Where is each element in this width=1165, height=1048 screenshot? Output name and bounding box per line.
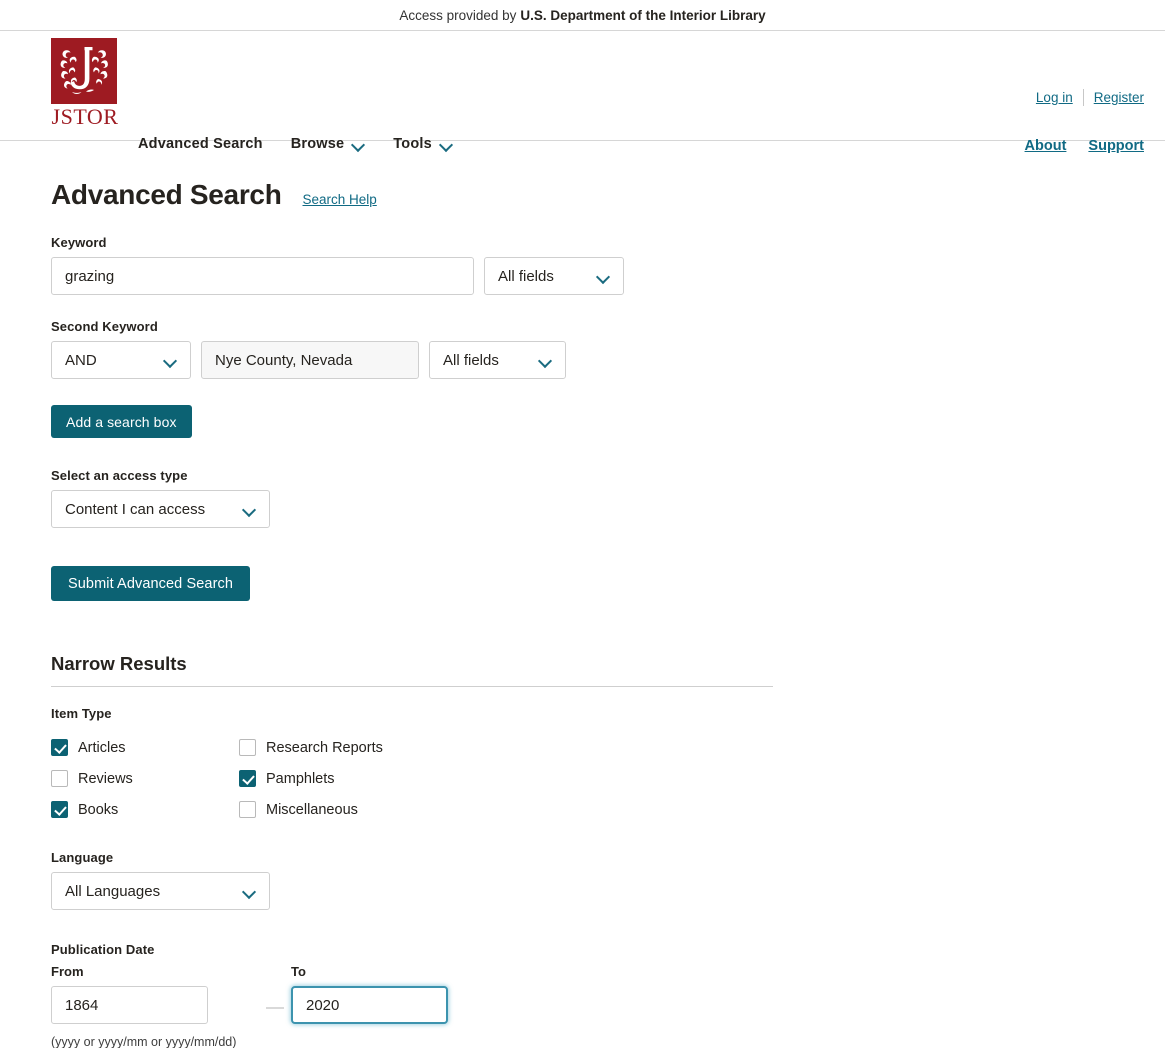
jstor-logo[interactable]: JSTOR: [51, 38, 119, 129]
checkbox-books[interactable]: Books: [51, 801, 239, 818]
keyword-input[interactable]: [51, 257, 474, 295]
jstor-logo-icon: [51, 38, 117, 104]
chevron-down-icon: [440, 138, 453, 151]
checkbox-reviews-label: Reviews: [78, 770, 133, 787]
checkbox-icon: [239, 770, 256, 787]
add-search-box-row: Add a search box: [51, 405, 1165, 438]
publication-date-row: From To: [51, 964, 1165, 1024]
search-help-link[interactable]: Search Help: [303, 192, 377, 207]
second-keyword-field-scope-select[interactable]: All fields: [429, 341, 566, 379]
access-bar-institution: U.S. Department of the Interior Library: [520, 7, 766, 23]
publication-date-from-label: From: [51, 964, 84, 979]
keyword-row: All fields: [51, 257, 1165, 295]
nav-browse-label: Browse: [290, 136, 345, 152]
chevron-down-icon: [352, 138, 365, 151]
page-title-row: Advanced Search Search Help: [51, 179, 1165, 211]
publication-date-hint: (yyyy or yyyy/mm or yyyy/mm/dd): [51, 1035, 237, 1048]
language-group: Language All Languages: [51, 850, 1165, 910]
checkbox-articles[interactable]: Articles: [51, 739, 239, 756]
publication-date-label: Publication Date: [51, 942, 155, 957]
checkbox-icon: [239, 801, 256, 818]
publication-date-group: Publication Date From To (yyyy or yyyy/m…: [51, 942, 1165, 1048]
nav-advanced-search[interactable]: Advanced Search: [138, 136, 263, 152]
checkbox-miscellaneous[interactable]: Miscellaneous: [239, 801, 1165, 818]
publication-date-from-col: From: [51, 964, 259, 1024]
item-type-checkbox-grid: Articles Research Reports Reviews Pamphl…: [51, 739, 1165, 818]
chevron-down-icon: [597, 270, 610, 283]
add-search-box-button[interactable]: Add a search box: [51, 405, 192, 438]
checkbox-icon: [239, 739, 256, 756]
account-links: Log in Register: [1036, 89, 1144, 106]
second-keyword-input[interactable]: [201, 341, 419, 379]
utility-links: About Support: [1025, 138, 1144, 154]
nav-tools[interactable]: Tools: [393, 136, 453, 152]
keyword-label: Keyword: [51, 235, 107, 250]
advanced-search-page: Advanced Search Search Help Keyword All …: [0, 179, 1165, 1048]
item-type-group: Item Type Articles Research Reports Revi…: [51, 706, 1165, 818]
publication-date-to-input[interactable]: [291, 986, 448, 1024]
second-keyword-row: AND All fields: [51, 341, 1165, 379]
checkbox-research-reports-label: Research Reports: [266, 739, 383, 756]
publication-date-to-label: To: [291, 964, 306, 979]
checkbox-articles-label: Articles: [78, 739, 126, 756]
checkbox-icon: [51, 770, 68, 787]
date-range-dash: [266, 1007, 284, 1009]
boolean-operator-select[interactable]: AND: [51, 341, 191, 379]
checkbox-pamphlets-label: Pamphlets: [266, 770, 335, 787]
account-links-divider: [1082, 89, 1084, 106]
second-keyword-field-scope-value: All fields: [443, 351, 499, 369]
language-select[interactable]: All Languages: [51, 872, 270, 910]
checkbox-books-label: Books: [78, 801, 119, 818]
keyword-group: Keyword All fields: [51, 235, 1165, 295]
second-keyword-group: Second Keyword AND All fields: [51, 319, 1165, 379]
support-link[interactable]: Support: [1088, 138, 1144, 154]
access-bar-prefix: Access provided by: [399, 7, 517, 23]
checkbox-research-reports[interactable]: Research Reports: [239, 739, 1165, 756]
chevron-down-icon: [164, 354, 177, 367]
chevron-down-icon: [539, 354, 552, 367]
about-link[interactable]: About: [1025, 138, 1067, 154]
checkbox-icon: [51, 801, 68, 818]
log-in-link[interactable]: Log in: [1036, 90, 1073, 105]
page-title: Advanced Search: [51, 179, 282, 210]
access-type-value: Content I can access: [65, 500, 206, 518]
keyword-field-scope-value: All fields: [498, 267, 554, 285]
checkbox-reviews[interactable]: Reviews: [51, 770, 239, 787]
chevron-down-icon: [243, 503, 256, 516]
nav-tools-label: Tools: [393, 136, 432, 152]
checkbox-miscellaneous-label: Miscellaneous: [266, 801, 358, 818]
nav-advanced-search-label: Advanced Search: [138, 136, 263, 152]
second-keyword-label: Second Keyword: [51, 319, 158, 334]
checkbox-pamphlets[interactable]: Pamphlets: [239, 770, 1165, 787]
language-label: Language: [51, 850, 114, 865]
chevron-down-icon: [243, 885, 256, 898]
publication-date-to-col: To: [291, 964, 499, 1024]
submit-row: Submit Advanced Search: [51, 566, 1165, 601]
access-type-label: Select an access type: [51, 468, 188, 483]
language-value: All Languages: [65, 882, 161, 900]
nav-browse[interactable]: Browse: [291, 136, 366, 152]
publication-date-from-input[interactable]: [51, 986, 208, 1024]
keyword-field-scope-select[interactable]: All fields: [484, 257, 624, 295]
item-type-label: Item Type: [51, 706, 112, 721]
site-header: JSTOR Advanced Search Browse Tools Log i…: [0, 31, 1165, 154]
register-link[interactable]: Register: [1094, 90, 1144, 105]
checkbox-icon: [51, 739, 68, 756]
main-navigation: Advanced Search Browse Tools: [138, 136, 453, 152]
submit-advanced-search-button[interactable]: Submit Advanced Search: [51, 566, 251, 601]
institution-access-bar: Access provided by U.S. Department of th…: [0, 0, 1165, 31]
access-type-group: Select an access type Content I can acce…: [51, 468, 1165, 528]
narrow-results-heading: Narrow Results: [51, 653, 773, 687]
access-type-select[interactable]: Content I can access: [51, 490, 270, 528]
jstor-wordmark: JSTOR: [51, 104, 119, 129]
boolean-operator-value: AND: [65, 351, 97, 369]
